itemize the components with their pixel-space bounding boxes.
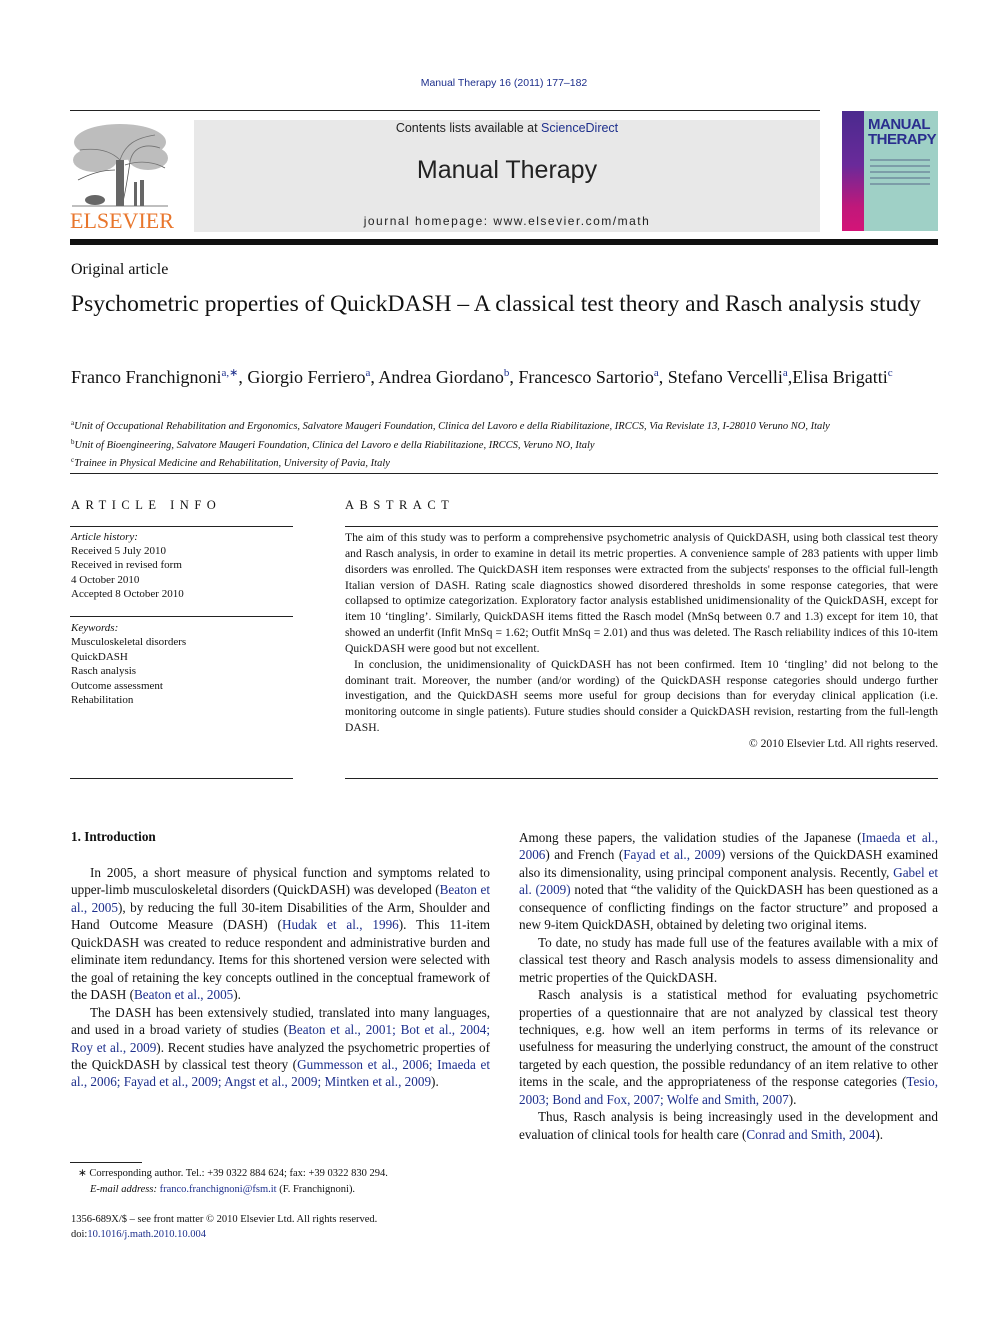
abstract-paragraph: The aim of this study was to perform a c… [345, 531, 938, 655]
journal-name: Manual Therapy [416, 156, 598, 184]
author-name: Giorgio Ferriero [247, 367, 366, 387]
citation-link[interactable]: Beaton et al., 2001; Bot et al., 2004; R… [71, 1022, 490, 1054]
affiliations: aUnit of Occupational Rehabilitation and… [71, 416, 951, 472]
abstract-body: The aim of this study was to perform a c… [345, 530, 938, 752]
abstract-heading: ABSTRACT [345, 498, 455, 512]
history-label: Article history: [71, 531, 138, 543]
email-suffix: (F. Franchignoni). [276, 1183, 356, 1195]
sciencedirect-link[interactable]: ScienceDirect [541, 121, 618, 135]
citation-link[interactable]: Hudak et al., 1996 [282, 917, 399, 932]
history-item: Received 5 July 2010 [71, 545, 167, 558]
author-name: Francesco Sartorio [518, 367, 654, 387]
abstract-rule [345, 526, 938, 527]
citation-link[interactable]: Imaeda et al., 2006 [519, 830, 938, 862]
corresponding-author-contact: ∗ Corresponding author. Tel.: +39 0322 8… [78, 1168, 388, 1179]
article-info-rule [70, 526, 293, 527]
article-info-heading: ARTICLE INFO [71, 498, 222, 512]
affiliation: aUnit of Occupational Rehabilitation and… [71, 416, 951, 435]
affiliation-text: Unit of Occupational Rehabilitation and … [74, 421, 830, 432]
journal-citation[interactable]: Manual Therapy 16 (2011) 177–182 [0, 77, 992, 89]
cover-decoration [870, 159, 930, 189]
elsevier-wordmark: ELSEVIER [70, 208, 174, 233]
cover-title-line1: MANUAL [868, 116, 931, 133]
body-paragraph: Thus, Rasch analysis is being increasing… [519, 1109, 938, 1142]
affiliation: cTrainee in Physical Medicine and Rehabi… [71, 453, 951, 472]
affiliation: bUnit of Bioengineering, Salvatore Mauge… [71, 435, 951, 454]
article-title: Psychometric properties of QuickDASH – A… [71, 291, 921, 317]
article-history: Article history: Received 5 July 2010 Rec… [71, 530, 184, 601]
author-affiliation-mark[interactable]: c [888, 367, 893, 379]
header-rule [70, 110, 820, 111]
header-thick-rule [70, 239, 938, 245]
citation-link[interactable]: Conrad and Smith, 2004 [746, 1127, 875, 1142]
abstract-copyright: © 2010 Elsevier Ltd. All rights reserved… [748, 736, 938, 750]
citation-link[interactable]: Beaton et al., 2005 [71, 882, 490, 914]
corresponding-author-footnote: ∗ Corresponding author. Tel.: +39 0322 8… [78, 1166, 498, 1197]
citation-link[interactable]: Gummesson et al., 2006; Imaeda et al., 2… [71, 1057, 490, 1089]
cover-title: MANUAL THERAPY [868, 116, 937, 148]
affiliation-text: Unit of Bioengineering, Salvatore Mauger… [74, 439, 595, 451]
email-label: E-mail address: [90, 1183, 157, 1195]
cover-strip [842, 111, 864, 231]
author-separator: , [238, 367, 248, 387]
history-item: 4 October 2010 [71, 573, 140, 586]
body-paragraph: Among these papers, the validation studi… [519, 830, 938, 933]
citation-link[interactable]: Beaton et al., 2005 [134, 987, 233, 1002]
keyword-item: Outcome assessment [71, 679, 163, 692]
keywords-rule [70, 616, 293, 617]
abstract-bottom-rule [345, 778, 938, 779]
article-info-bottom-rule [70, 778, 293, 779]
elsevier-logo: ELSEVIER [70, 120, 175, 233]
doi-line: doi:10.1016/j.math.2010.10.004 [71, 1227, 511, 1242]
citation-link[interactable]: Fayad et al., 2009 [623, 847, 721, 862]
email-link[interactable]: franco.franchignoni@fsm.it [160, 1184, 277, 1195]
keyword-item: Musculoskeletal disorders [71, 636, 187, 649]
author-affiliation-mark[interactable]: a,∗ [221, 367, 238, 379]
citation-link[interactable]: Tesio, 2003; Bond and Fox, 2007; Wolfe a… [519, 1074, 938, 1106]
body-paragraph: Rasch analysis is a statistical method f… [519, 987, 938, 1107]
author-separator: , [658, 367, 668, 387]
journal-homepage[interactable]: journal homepage: www.elsevier.com/math [194, 214, 820, 228]
title-rule [70, 473, 938, 474]
issn-block: 1356-689X/$ – see front matter © 2010 El… [71, 1212, 511, 1242]
abstract-paragraph: In conclusion, the unidimensionality of … [345, 657, 938, 735]
email-line: E-mail address: franco.franchignoni@fsm.… [78, 1182, 498, 1198]
history-item: Accepted 8 October 2010 [71, 587, 184, 600]
keyword-item: QuickDASH [71, 650, 128, 663]
section-heading-introduction: 1. Introduction [71, 829, 156, 844]
journal-cover-image: MANUAL THERAPY [842, 111, 938, 231]
journal-header-box: Contents lists available at ScienceDirec… [194, 120, 820, 232]
history-item: Received in revised form [71, 559, 182, 572]
elsevier-tree-icon [72, 124, 168, 207]
author-separator: , [509, 367, 519, 387]
contents-prefix: Contents lists available at [395, 121, 542, 135]
issn-line: 1356-689X/$ – see front matter © 2010 El… [71, 1214, 378, 1225]
author-list: Franco Franchignonia,∗, Giorgio Ferriero… [71, 362, 941, 388]
affiliation-text: Trainee in Physical Medicine and Rehabil… [74, 458, 390, 469]
footnote-rule [70, 1162, 142, 1163]
keyword-item: Rehabilitation [71, 694, 134, 707]
body-column-right: Among these papers, the validation studi… [519, 829, 938, 1143]
author-name: Elisa Brigatti [792, 367, 888, 387]
keywords-label: Keywords: [71, 622, 119, 634]
body-column-left: In 2005, a short measure of physical fun… [71, 864, 490, 1091]
doi-link[interactable]: 10.1016/j.math.2010.10.004 [87, 1229, 206, 1240]
doi-label: doi: [71, 1229, 88, 1240]
body-paragraph: To date, no study has made full use of t… [519, 934, 938, 985]
keyword-item: Rasch analysis [71, 665, 137, 678]
author-name: Stefano Vercelli [667, 367, 783, 387]
cover-title-line2: THERAPY [868, 131, 937, 148]
keywords: Keywords: Musculoskeletal disorders Quick… [71, 621, 186, 707]
body-paragraph: The DASH has been extensively studied, t… [71, 1004, 490, 1090]
contents-line: Contents lists available at ScienceDirec… [194, 121, 820, 135]
author-name: Franco Franchignoni [71, 367, 222, 387]
body-paragraph: In 2005, a short measure of physical fun… [71, 865, 491, 1003]
article-type: Original article [71, 261, 169, 278]
citation-link[interactable]: Gabel et al. (2009) [519, 865, 938, 897]
author-name: Andrea Giordano [378, 367, 504, 387]
